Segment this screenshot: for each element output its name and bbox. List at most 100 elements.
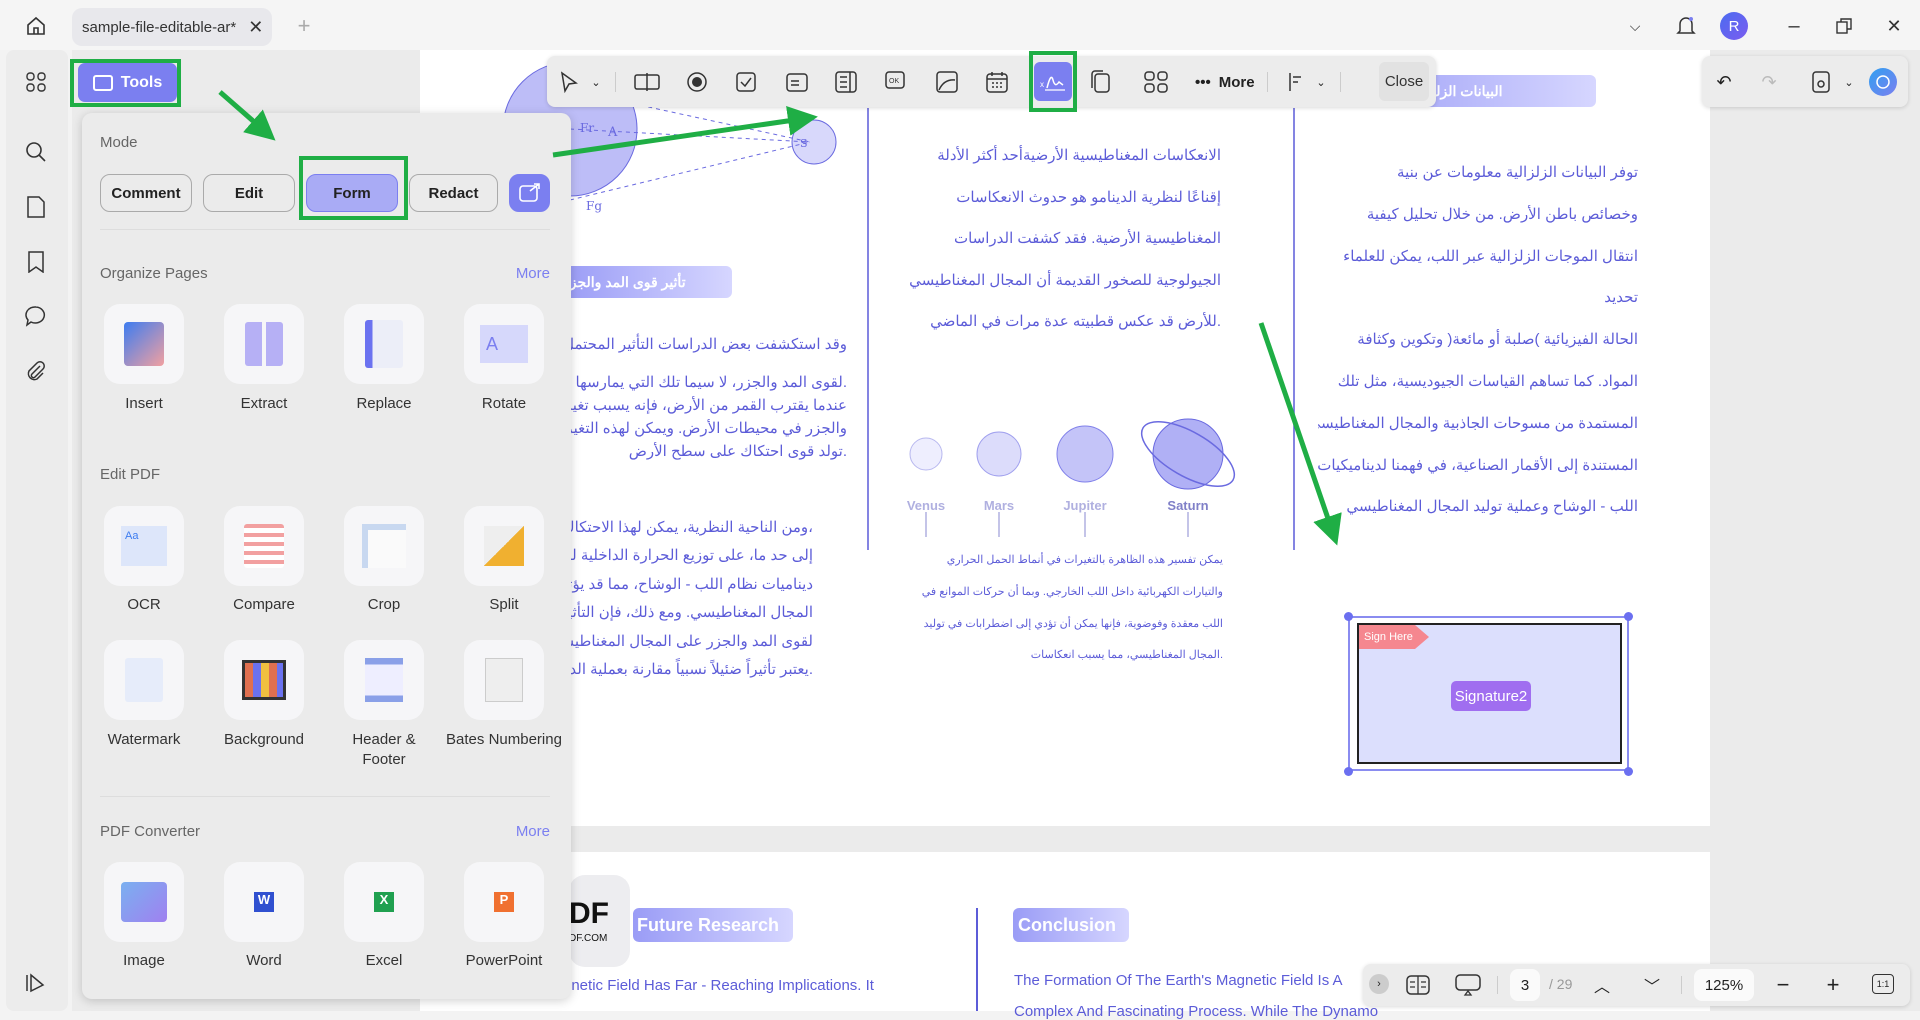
- mode-comment-button[interactable]: Comment: [100, 174, 192, 212]
- mode-redact-button[interactable]: Redact: [409, 174, 498, 212]
- bates-numbering-tool[interactable]: [464, 640, 544, 720]
- search-icon[interactable]: [22, 138, 50, 166]
- resize-handle[interactable]: [1624, 767, 1633, 776]
- thumbnails-icon[interactable]: [22, 68, 50, 96]
- next-page-icon[interactable]: ﹀: [1638, 971, 1666, 999]
- svg-text:OK: OK: [889, 78, 899, 85]
- open-external-button[interactable]: [509, 174, 550, 212]
- text-line: والتيارات الكهربائية داخل اللب الخارجي. …: [921, 585, 1223, 598]
- resize-handle[interactable]: [1344, 612, 1353, 621]
- mode-heading: Mode: [100, 134, 138, 151]
- page-number-input[interactable]: 3: [1510, 969, 1540, 1001]
- zoom-level-input[interactable]: 125%: [1694, 969, 1754, 1001]
- chevron-down-icon[interactable]: ⌵: [1623, 14, 1647, 38]
- extract-tool[interactable]: [224, 304, 304, 384]
- actual-size-button[interactable]: 1:1: [1872, 974, 1894, 994]
- page-total: / 29: [1549, 976, 1573, 992]
- label-A: A: [607, 125, 618, 140]
- ai-assistant-icon[interactable]: [1869, 68, 1897, 96]
- header-footer-icon: [365, 658, 403, 702]
- redo-icon[interactable]: ↷: [1755, 68, 1783, 96]
- replace-icon: [365, 320, 403, 368]
- bell-icon[interactable]: [1673, 12, 1699, 40]
- date-field-icon[interactable]: [983, 68, 1011, 96]
- mode-edit-button[interactable]: Edit: [203, 174, 295, 212]
- expand-icon[interactable]: ›: [1369, 974, 1389, 994]
- save-icon[interactable]: [1807, 68, 1835, 96]
- close-toolbar-button[interactable]: Close: [1379, 62, 1429, 101]
- divider: [100, 229, 550, 230]
- tab-title: sample-file-editable-ar*: [82, 18, 237, 36]
- more-button[interactable]: ••• More: [1195, 68, 1275, 96]
- signature-field-icon[interactable]: x: [1034, 62, 1072, 101]
- tool-label: Compare: [233, 596, 295, 613]
- home-icon[interactable]: [22, 12, 50, 40]
- document-tab[interactable]: sample-file-editable-ar* ✕: [72, 8, 272, 46]
- grid-icon[interactable]: [1142, 68, 1170, 96]
- chevron-down-icon[interactable]: ⌄: [1307, 68, 1335, 96]
- tool-label: Word: [246, 952, 282, 969]
- checkbox-icon[interactable]: [732, 68, 760, 96]
- text-line: gnetic Field Has Far - Reaching Implicat…: [563, 977, 874, 994]
- text-field-icon[interactable]: [633, 68, 661, 96]
- attachment-icon[interactable]: [22, 357, 50, 385]
- insert-tool[interactable]: [104, 304, 184, 384]
- restore-icon[interactable]: [1832, 14, 1856, 38]
- previous-page-icon[interactable]: ︿: [1588, 971, 1616, 999]
- pdf-converter-heading: PDF Converter: [100, 823, 201, 840]
- sign-here-tag: Sign Here: [1359, 625, 1429, 649]
- zoom-in-icon[interactable]: +: [1819, 971, 1847, 999]
- organize-more-link[interactable]: More: [516, 265, 550, 282]
- to-excel-tool[interactable]: X: [344, 862, 424, 942]
- to-word-tool[interactable]: W: [224, 862, 304, 942]
- replace-tool[interactable]: [344, 304, 424, 384]
- tool-label: Image: [123, 952, 165, 969]
- button-field-icon[interactable]: OK: [882, 68, 910, 96]
- radio-button-icon[interactable]: [683, 68, 711, 96]
- tool-label: Replace: [356, 395, 412, 412]
- image-field-icon[interactable]: [933, 68, 961, 96]
- minimize-icon[interactable]: –: [1782, 14, 1806, 38]
- bookmark-icon[interactable]: [22, 248, 50, 276]
- label-S: S: [800, 137, 808, 150]
- text-line: .المجال المغناطيسي، مما يسبب انعكاسات: [1030, 649, 1223, 662]
- converter-more-link[interactable]: More: [516, 823, 550, 840]
- two-page-view-icon[interactable]: [1404, 971, 1432, 999]
- zoom-out-icon[interactable]: −: [1769, 971, 1797, 999]
- logo-tile: DF DF.COM: [569, 875, 630, 967]
- duplicate-field-icon[interactable]: [1086, 68, 1114, 96]
- new-tab-icon[interactable]: +: [292, 13, 316, 38]
- tool-label: Header & Footer: [352, 731, 416, 768]
- comments-icon[interactable]: [22, 302, 50, 330]
- divider: [1267, 72, 1268, 92]
- rotate-tool[interactable]: A: [464, 304, 544, 384]
- presentation-icon[interactable]: [1454, 971, 1482, 999]
- avatar[interactable]: R: [1720, 12, 1748, 40]
- chevron-down-icon[interactable]: ⌄: [1835, 68, 1863, 96]
- signature-field[interactable]: Sign Here Signature2: [1357, 623, 1622, 764]
- undo-icon[interactable]: ↶: [1710, 68, 1738, 96]
- text-line: إقناعًا لنظرية الدينامو هو حدوث الانعكاس…: [956, 188, 1221, 206]
- to-powerpoint-tool[interactable]: P: [464, 862, 544, 942]
- list-box-icon[interactable]: [832, 68, 860, 96]
- resize-handle[interactable]: [1344, 767, 1353, 776]
- to-image-tool[interactable]: [104, 862, 184, 942]
- crop-tool[interactable]: [344, 506, 424, 586]
- close-tab-icon[interactable]: ✕: [248, 17, 263, 38]
- conclusion-heading: Conclusion: [1013, 908, 1129, 942]
- tools-button[interactable]: Tools: [78, 63, 177, 102]
- close-window-icon[interactable]: ✕: [1882, 14, 1906, 38]
- combo-box-icon[interactable]: [783, 68, 811, 96]
- layers-icon[interactable]: [22, 969, 50, 997]
- background-tool[interactable]: [224, 640, 304, 720]
- text-line: وخصائص باطن الأرض. من خلال تحليل كيفية: [1366, 205, 1638, 223]
- header-footer-tool[interactable]: [344, 640, 424, 720]
- chevron-down-icon[interactable]: ⌄: [582, 68, 610, 96]
- resize-handle[interactable]: [1624, 612, 1633, 621]
- pages-icon[interactable]: [22, 193, 50, 221]
- split-tool[interactable]: [464, 506, 544, 586]
- ocr-tool[interactable]: Aa: [104, 506, 184, 586]
- select-tool-icon[interactable]: [555, 68, 583, 96]
- compare-tool[interactable]: [224, 506, 304, 586]
- watermark-tool[interactable]: [104, 640, 184, 720]
